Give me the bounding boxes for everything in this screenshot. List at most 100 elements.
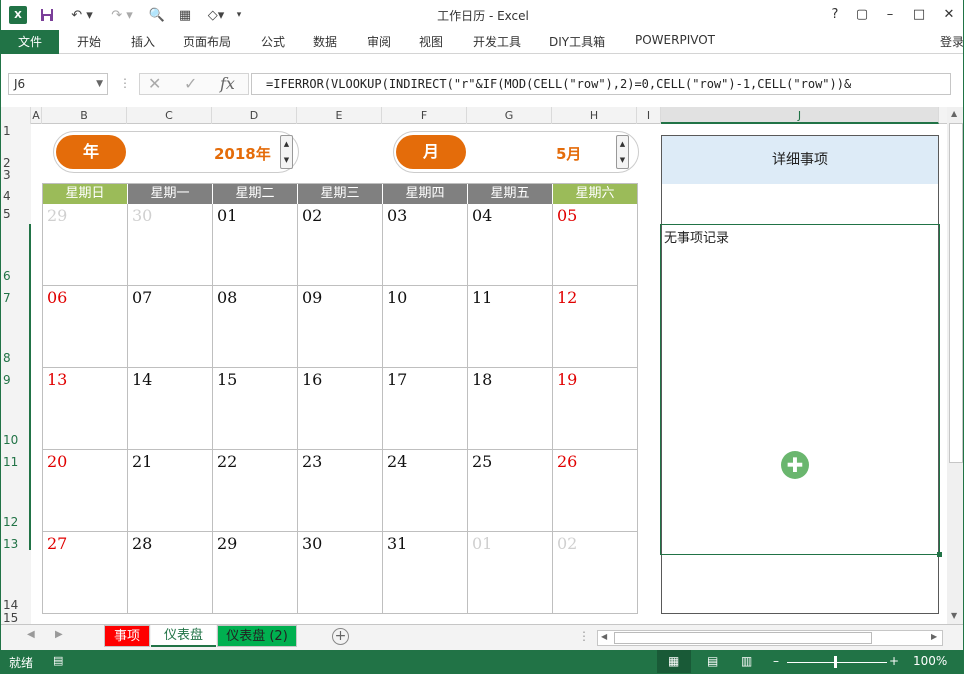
calendar-day-cell[interactable]: 15: [213, 368, 298, 450]
zoom-in-icon[interactable]: +: [889, 654, 899, 668]
row-header[interactable]: 8: [3, 351, 31, 365]
tab-view[interactable]: 视图: [419, 33, 443, 50]
column-header[interactable]: F: [382, 107, 467, 124]
calendar-day-cell[interactable]: 19: [553, 368, 638, 450]
tab-file[interactable]: 文件: [1, 30, 59, 54]
calendar-day-cell[interactable]: 17: [383, 368, 468, 450]
row-header[interactable]: 3: [3, 168, 31, 182]
cancel-icon[interactable]: ✕: [148, 74, 161, 94]
sheet-tab-events[interactable]: 事项: [104, 625, 150, 647]
close-button[interactable]: ✕: [939, 6, 959, 24]
row-header[interactable]: 1: [3, 124, 31, 138]
calendar-day-cell[interactable]: 01: [468, 532, 553, 614]
formula-input[interactable]: =IFERROR(VLOOKUP(INDIRECT("r"&IF(MOD(CEL…: [251, 73, 951, 95]
horizontal-scrollbar[interactable]: ◀ ▶: [597, 630, 943, 646]
column-header[interactable]: C: [127, 107, 212, 124]
column-header[interactable]: H: [552, 107, 637, 124]
calendar-day-cell[interactable]: 12: [553, 286, 638, 368]
zoom-slider-thumb[interactable]: [834, 656, 837, 668]
column-header[interactable]: G: [467, 107, 552, 124]
calendar-day-cell[interactable]: 26: [553, 450, 638, 532]
tab-developer[interactable]: 开发工具: [473, 33, 521, 50]
calendar-day-cell[interactable]: 02: [553, 532, 638, 614]
column-header-selected[interactable]: J: [661, 107, 939, 124]
calendar-day-cell[interactable]: 09: [298, 286, 383, 368]
calendar-day-cell[interactable]: 31: [383, 532, 468, 614]
tab-diy-toolbox[interactable]: DIY工具箱: [549, 33, 605, 50]
tab-home[interactable]: 开始: [77, 33, 101, 50]
column-header[interactable]: B: [42, 107, 127, 124]
calendar-day-cell[interactable]: 24: [383, 450, 468, 532]
year-spin-button[interactable]: ▲ ▼: [280, 135, 293, 169]
scroll-down-icon[interactable]: ▼: [951, 611, 957, 620]
calendar-day-cell[interactable]: 29: [213, 532, 298, 614]
calendar-day-cell[interactable]: 04: [468, 204, 553, 286]
calendar-day-cell[interactable]: 28: [128, 532, 213, 614]
calendar-day-cell[interactable]: 20: [43, 450, 128, 532]
vertical-scrollbar[interactable]: ▲ ▼: [947, 107, 963, 624]
calendar-day-cell[interactable]: 11: [468, 286, 553, 368]
minimize-button[interactable]: –: [880, 6, 900, 24]
calendar-day-cell[interactable]: 01: [213, 204, 298, 286]
horizontal-scroll-thumb[interactable]: [614, 632, 872, 644]
tab-powerpivot[interactable]: POWERPIVOT: [635, 33, 715, 47]
calendar-day-cell[interactable]: 16: [298, 368, 383, 450]
row-header[interactable]: 4: [3, 189, 31, 203]
vertical-scroll-thumb[interactable]: [949, 123, 963, 463]
spin-down-icon[interactable]: ▼: [617, 152, 628, 168]
row-header[interactable]: 7: [3, 291, 31, 305]
calendar-day-cell[interactable]: 08: [213, 286, 298, 368]
row-header[interactable]: 13: [3, 537, 31, 551]
calendar-day-cell[interactable]: 07: [128, 286, 213, 368]
next-sheet-icon[interactable]: ▶: [55, 629, 63, 640]
calendar-day-cell[interactable]: 18: [468, 368, 553, 450]
row-header[interactable]: 14: [3, 598, 31, 612]
row-header[interactable]: 9: [3, 373, 31, 387]
column-header[interactable]: D: [212, 107, 297, 124]
scroll-up-icon[interactable]: ▲: [951, 109, 957, 118]
calendar-day-cell[interactable]: 10: [383, 286, 468, 368]
row-header[interactable]: 6: [3, 269, 31, 283]
column-header[interactable]: I: [637, 107, 661, 124]
sheet-tab-dashboard[interactable]: 仪表盘: [151, 625, 216, 647]
calendar-day-cell[interactable]: 13: [43, 368, 128, 450]
page-layout-view-icon[interactable]: ▤: [707, 654, 718, 668]
calendar-day-cell[interactable]: 02: [298, 204, 383, 286]
calendar-day-cell[interactable]: 27: [43, 532, 128, 614]
calendar-day-cell[interactable]: 05: [553, 204, 638, 286]
worksheet[interactable]: 年 2018年 ▲ ▼ 月 5月 ▲ ▼ 星期日 星期一 星期二 星期三 星期四 星期五 星期六…: [31, 124, 947, 624]
tab-insert[interactable]: 插入: [131, 33, 155, 50]
column-header[interactable]: A: [31, 107, 42, 124]
fill-handle[interactable]: [937, 552, 942, 557]
zoom-out-icon[interactable]: –: [773, 654, 779, 668]
calendar-day-cell[interactable]: 25: [468, 450, 553, 532]
tab-review[interactable]: 审阅: [367, 33, 391, 50]
insert-function-icon[interactable]: fx: [220, 74, 235, 94]
spin-down-icon[interactable]: ▼: [281, 152, 292, 168]
macro-record-icon[interactable]: ▤: [53, 654, 63, 667]
row-header[interactable]: 15: [3, 611, 31, 625]
tab-formulas[interactable]: 公式: [261, 33, 285, 50]
normal-view-button[interactable]: ▦: [657, 650, 691, 673]
row-header[interactable]: 12: [3, 515, 31, 529]
calendar-day-cell[interactable]: 23: [298, 450, 383, 532]
month-spin-button[interactable]: ▲ ▼: [616, 135, 629, 169]
sheet-tab-dashboard-2[interactable]: 仪表盘 (2): [217, 625, 297, 647]
select-all-corner[interactable]: [1, 107, 31, 124]
detail-content-cell[interactable]: 无事项记录 ✚: [660, 224, 942, 557]
chevron-down-icon[interactable]: ▼: [96, 74, 103, 94]
scroll-left-icon[interactable]: ◀: [601, 632, 607, 641]
calendar-day-cell[interactable]: 14: [128, 368, 213, 450]
enter-icon[interactable]: ✓: [184, 74, 197, 94]
calendar-day-cell[interactable]: 22: [213, 450, 298, 532]
calendar-day-cell[interactable]: 21: [128, 450, 213, 532]
tab-splitter-icon[interactable]: ⋮: [578, 629, 590, 643]
calendar-day-cell[interactable]: 30: [298, 532, 383, 614]
spin-up-icon[interactable]: ▲: [281, 136, 292, 152]
login-link[interactable]: 登录: [940, 33, 963, 50]
calendar-day-cell[interactable]: 06: [43, 286, 128, 368]
calendar-day-cell[interactable]: 03: [383, 204, 468, 286]
row-header[interactable]: 10: [3, 433, 31, 447]
column-header[interactable]: E: [297, 107, 382, 124]
add-sheet-icon[interactable]: +: [332, 628, 349, 645]
